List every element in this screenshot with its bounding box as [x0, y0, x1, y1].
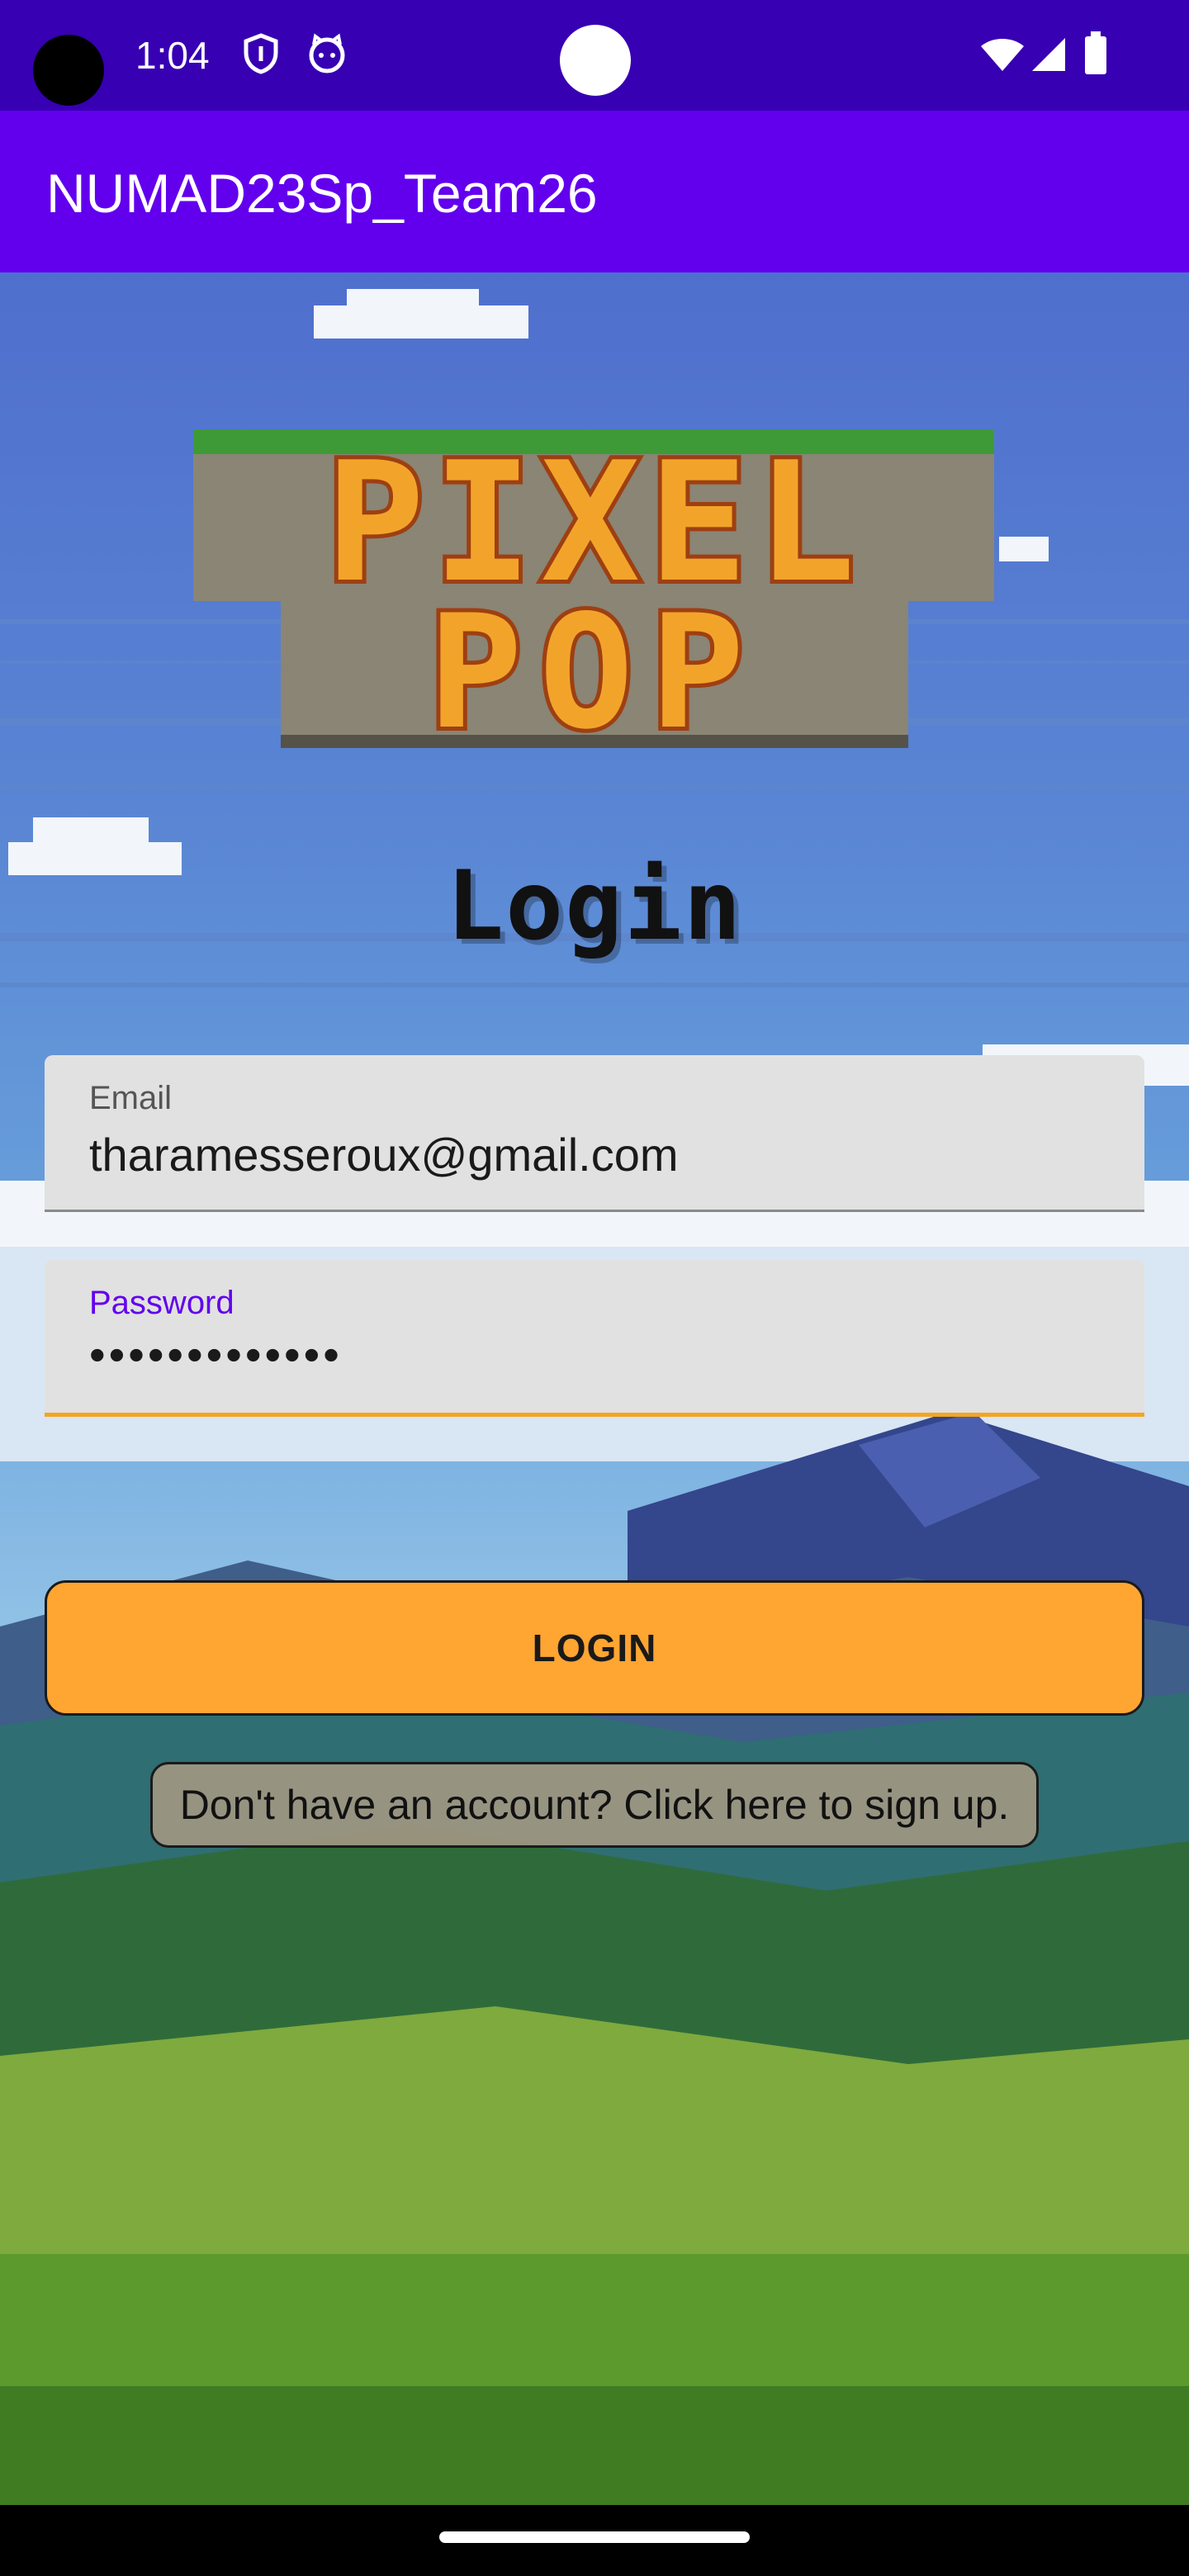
logo-line2: POP — [428, 581, 760, 764]
login-screen: PIXEL POP Login Email tharamesseroux@gma… — [0, 272, 1189, 2505]
shield-icon — [243, 33, 279, 78]
status-time: 1:04 — [135, 34, 210, 77]
app-bar: NUMAD23Sp_Team26 — [0, 111, 1189, 272]
pixel-pop-logo: PIXEL POP — [193, 423, 994, 768]
front-camera — [33, 35, 104, 106]
page-title: Login — [446, 850, 743, 962]
password-label: Password — [89, 1285, 234, 1321]
password-field[interactable]: Password ••••••••••••• — [45, 1260, 1144, 1417]
home-gesture-handle[interactable] — [439, 2531, 750, 2543]
navigation-bar — [0, 2505, 1189, 2576]
status-bar: 1:04 — [0, 0, 1189, 111]
camera-cutout — [560, 25, 631, 96]
signal-icon — [1030, 36, 1067, 77]
wifi-icon — [979, 36, 1026, 77]
app-title: NUMAD23Sp_Team26 — [46, 163, 598, 224]
email-label: Email — [89, 1080, 173, 1116]
login-button[interactable]: LOGIN — [45, 1580, 1144, 1716]
signup-link[interactable]: Don't have an account? Click here to sig… — [150, 1762, 1039, 1848]
password-input[interactable]: ••••••••••••• — [89, 1328, 343, 1381]
email-input[interactable]: tharamesseroux@gmail.com — [89, 1128, 679, 1181]
battery-icon — [1083, 31, 1108, 80]
email-field[interactable]: Email tharamesseroux@gmail.com — [45, 1055, 1144, 1212]
cat-icon — [307, 33, 347, 78]
